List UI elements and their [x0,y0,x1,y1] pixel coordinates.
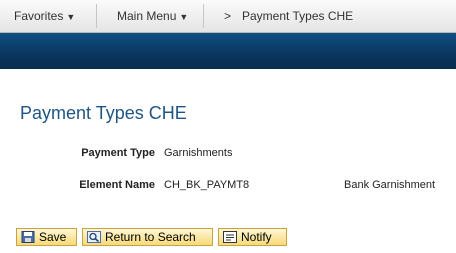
return-to-search-label: Return to Search [105,230,196,244]
favorites-label: Favorites [14,9,64,23]
payment-type-value: Garnishments [164,147,233,159]
header-banner [0,33,456,69]
nav-divider [96,4,97,28]
favorites-menu[interactable]: Favorites ▼ [14,0,75,32]
save-button[interactable]: Save [16,228,77,246]
breadcrumb-separator: > [224,9,232,23]
chevron-down-icon: ▼ [179,12,189,22]
chevron-down-icon: ▼ [66,12,76,22]
element-name-value: CH_BK_PAYMT8 [164,179,250,191]
payment-type-label: Payment Type [81,147,155,159]
nav-divider [203,4,204,28]
return-to-search-button[interactable]: Return to Search [82,228,213,246]
notify-label: Notify [241,230,272,244]
search-icon [87,231,101,243]
notify-icon [223,231,237,243]
top-nav-bar: Favorites ▼ Main Menu ▼ > Payment Types CH… [0,0,456,33]
element-description: Bank Garnishment [344,179,436,191]
save-label: Save [39,230,67,244]
save-icon [21,231,35,243]
element-name-label: Element Name [79,179,155,191]
notify-button[interactable]: Notify [218,228,287,246]
page-title: Payment Types CHE [20,103,187,123]
main-menu-label: Main Menu [117,9,177,23]
breadcrumb-current[interactable]: Payment Types CHE [242,0,353,32]
main-menu[interactable]: Main Menu ▼ [117,0,188,32]
